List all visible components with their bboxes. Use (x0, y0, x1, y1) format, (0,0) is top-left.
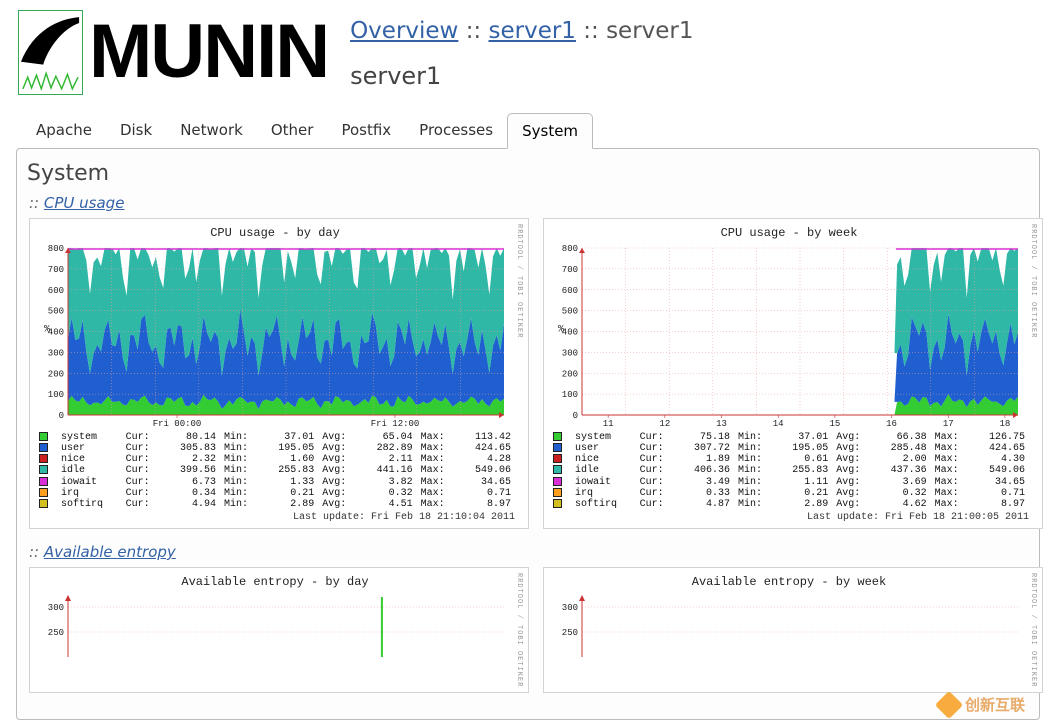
svg-text:18: 18 (1000, 419, 1011, 429)
section-title: :: Available entropy (29, 543, 1029, 561)
breadcrumb-sep: :: (466, 18, 482, 44)
svg-text:800: 800 (562, 244, 578, 254)
svg-text:%: % (44, 325, 50, 336)
logo-text: MUNIN (89, 18, 328, 86)
breadcrumb-group-link[interactable]: server1 (489, 18, 576, 44)
svg-text:300: 300 (562, 603, 578, 613)
watermark: 创新互联 (939, 694, 1025, 715)
tab-processes[interactable]: Processes (405, 113, 507, 149)
rrdtool-label: RRDTOOL / TOBI OETIKER (515, 573, 523, 687)
svg-text:250: 250 (48, 628, 64, 638)
legend-row: softirq Cur:4.94 Min:2.89 Avg:4.51 Max:8… (35, 499, 515, 510)
system-panel: System :: CPU usage CPU usage - by day01… (16, 148, 1040, 720)
svg-text:Fri 00:00: Fri 00:00 (153, 419, 202, 429)
svg-text:300: 300 (562, 348, 578, 358)
svg-text:0: 0 (59, 411, 64, 421)
chart-title: CPU usage - by week (549, 226, 1029, 240)
legend-row: system Cur:75.18 Min:37.01 Avg:66.38 Max… (549, 432, 1029, 443)
svg-text:300: 300 (48, 348, 64, 358)
svg-text:700: 700 (562, 265, 578, 275)
chart-holder[interactable]: CPU usage - by week 0 100 200 300 400 500 600 70… (543, 218, 1043, 529)
chart-holder[interactable]: Available entropy - by week 250 300 RRDTOOL… (543, 567, 1043, 693)
svg-text:11: 11 (603, 419, 614, 429)
breadcrumb-overview-link[interactable]: Overview (350, 18, 458, 44)
watermark-icon (935, 691, 963, 719)
chart-holder[interactable]: Available entropy - by day 250 300 RRDTOOL … (29, 567, 529, 693)
tab-system[interactable]: System (507, 113, 593, 149)
svg-text:200: 200 (48, 369, 64, 379)
entropy_day-plot: 250 300 (35, 593, 510, 661)
logo: MUNIN (18, 10, 328, 95)
legend-row: idle Cur:399.56 Min:255.83 Avg:441.16 Ma… (35, 465, 515, 476)
svg-text:17: 17 (943, 419, 954, 429)
section-title: :: CPU usage (29, 194, 1029, 212)
svg-text:250: 250 (562, 628, 578, 638)
svg-text:300: 300 (48, 603, 64, 613)
svg-text:13: 13 (716, 419, 727, 429)
legend-row: system Cur:80.14 Min:37.01 Avg:65.04 Max… (35, 432, 515, 443)
breadcrumb-host: server1 (606, 18, 693, 44)
entropy-chart-row: Available entropy - by day 250 300 RRDTOOL … (29, 567, 1027, 693)
tab-network[interactable]: Network (166, 113, 257, 149)
entropy_week-plot: 250 300 (549, 593, 1024, 661)
svg-text:15: 15 (829, 419, 840, 429)
breadcrumb-sep: :: (583, 18, 599, 44)
svg-text:16: 16 (886, 419, 897, 429)
tab-other[interactable]: Other (257, 113, 328, 149)
chart-title: Available entropy - by day (35, 575, 515, 589)
legend-row: nice Cur:2.32 Min:1.60 Avg:2.11 Max:4.28 (35, 454, 515, 465)
tab-postfix[interactable]: Postfix (327, 113, 405, 149)
legend-row: user Cur:307.72 Min:195.05 Avg:285.48 Ma… (549, 443, 1029, 454)
legend-table: system Cur:80.14 Min:37.01 Avg:65.04 Max… (35, 432, 515, 510)
svg-text:Fri 12:00: Fri 12:00 (371, 419, 420, 429)
update-timestamp: Last update: Fri Feb 18 21:00:05 2011 (549, 512, 1029, 523)
svg-text:12: 12 (659, 419, 670, 429)
page-subtitle: server1 (350, 62, 693, 90)
legend-row: irq Cur:0.33 Min:0.21 Avg:0.32 Max:0.71 (549, 488, 1029, 499)
update-timestamp: Last update: Fri Feb 18 21:10:04 2011 (35, 512, 515, 523)
category-tabs: ApacheDiskNetworkOtherPostfixProcessesSy… (0, 95, 1056, 149)
svg-text:%: % (558, 325, 564, 336)
svg-text:14: 14 (773, 419, 784, 429)
munin-raven-icon (18, 10, 83, 95)
rrdtool-label: RRDTOOL / TOBI OETIKER (1029, 224, 1037, 523)
breadcrumb: Overview :: server1 :: server1 server1 (328, 10, 693, 90)
svg-text:600: 600 (48, 286, 64, 296)
svg-text:700: 700 (48, 265, 64, 275)
svg-text:600: 600 (562, 286, 578, 296)
chart-title: Available entropy - by week (549, 575, 1029, 589)
tab-disk[interactable]: Disk (106, 113, 166, 149)
chart-title: CPU usage - by day (35, 226, 515, 240)
rrdtool-label: RRDTOOL / TOBI OETIKER (515, 224, 523, 523)
svg-text:400: 400 (48, 328, 64, 338)
cpu-usage-link[interactable]: CPU usage (44, 194, 125, 212)
panel-heading: System (27, 161, 1029, 186)
legend-row: iowait Cur:3.49 Min:1.11 Avg:3.69 Max:34… (549, 477, 1029, 488)
svg-text:0: 0 (573, 411, 578, 421)
legend-row: softirq Cur:4.87 Min:2.89 Avg:4.62 Max:8… (549, 499, 1029, 510)
legend-row: user Cur:305.83 Min:195.05 Avg:282.89 Ma… (35, 443, 515, 454)
legend-row: irq Cur:0.34 Min:0.21 Avg:0.32 Max:0.71 (35, 488, 515, 499)
legend-row: nice Cur:1.89 Min:0.61 Avg:2.00 Max:4.30 (549, 454, 1029, 465)
svg-text:800: 800 (48, 244, 64, 254)
svg-text:500: 500 (562, 307, 578, 317)
svg-text:100: 100 (48, 390, 64, 400)
page-header: MUNIN Overview :: server1 :: server1 ser… (0, 0, 1056, 95)
svg-text:200: 200 (562, 369, 578, 379)
entropy-link[interactable]: Available entropy (44, 543, 176, 561)
legend-row: iowait Cur:6.73 Min:1.33 Avg:3.82 Max:34… (35, 477, 515, 488)
svg-text:400: 400 (562, 328, 578, 338)
legend-row: idle Cur:406.36 Min:255.83 Avg:437.36 Ma… (549, 465, 1029, 476)
legend-table: system Cur:75.18 Min:37.01 Avg:66.38 Max… (549, 432, 1029, 510)
cpu-chart-row: CPU usage - by day 0 100 200 300 400 500 600 700… (29, 218, 1027, 529)
svg-text:100: 100 (562, 390, 578, 400)
rrdtool-label: RRDTOOL / TOBI OETIKER (1029, 573, 1037, 687)
cpu_day-plot: 0 100 200 300 400 500 600 700 800 Fri 00:00 Fri 12… (35, 244, 510, 429)
chart-holder[interactable]: CPU usage - by day 0 100 200 300 400 500 600 700… (29, 218, 529, 529)
svg-text:500: 500 (48, 307, 64, 317)
tab-apache[interactable]: Apache (22, 113, 106, 149)
cpu_week-plot: 0 100 200 300 400 500 600 700 800 11 12 13 14 15 16 17 1… (549, 244, 1024, 429)
